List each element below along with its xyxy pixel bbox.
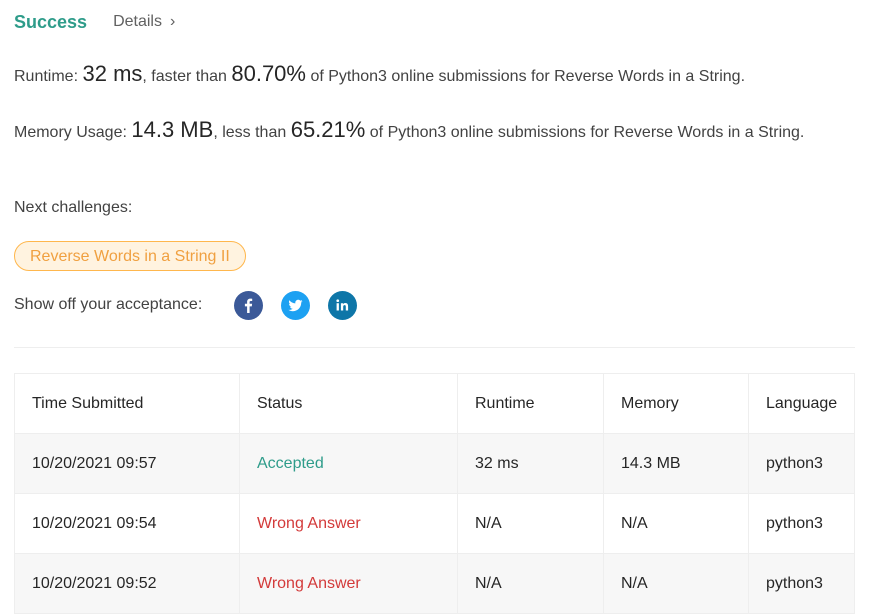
status-link[interactable]: Wrong Answer: [239, 553, 458, 614]
table-header-row: Time Submitted Status Runtime Memory Lan…: [14, 373, 855, 434]
next-challenges-label: Next challenges:: [14, 199, 133, 216]
memory-label: Memory Usage:: [14, 124, 127, 141]
memory-suffix: of Python3 online submissions for Revers…: [369, 124, 805, 141]
share-row: Show off your acceptance:: [14, 290, 375, 320]
details-label: Details: [113, 13, 162, 30]
time-cell: 10/20/2021 09:54: [14, 493, 240, 554]
table-row: 10/20/2021 09:57 Accepted 32 ms 14.3 MB …: [14, 433, 855, 494]
memory-mid: , less than: [213, 124, 287, 141]
runtime-cell: 32 ms: [457, 433, 604, 494]
challenge-link[interactable]: Reverse Words in a String II: [14, 241, 246, 271]
details-link[interactable]: Details ›: [113, 13, 175, 31]
runtime-cell: N/A: [457, 493, 604, 554]
column-header-language: Language: [748, 373, 855, 434]
runtime-suffix: of Python3 online submissions for Revers…: [310, 68, 746, 85]
section-divider: [14, 347, 855, 348]
language-cell: python3: [748, 493, 855, 554]
runtime-cell: N/A: [457, 553, 604, 614]
status-title: Success: [14, 11, 88, 32]
memory-cell: 14.3 MB: [603, 433, 749, 494]
runtime-percent: 80.70%: [231, 61, 306, 86]
status-link[interactable]: Wrong Answer: [239, 493, 458, 554]
memory-cell: N/A: [603, 553, 749, 614]
linkedin-icon[interactable]: [328, 290, 358, 320]
time-cell: 10/20/2021 09:57: [14, 433, 240, 494]
chevron-right-icon: ›: [169, 13, 176, 30]
language-cell: python3: [748, 433, 855, 494]
facebook-icon[interactable]: [234, 290, 264, 320]
time-cell: 10/20/2021 09:52: [14, 553, 240, 614]
twitter-icon[interactable]: [281, 290, 311, 320]
share-label: Show off your acceptance:: [14, 296, 203, 313]
result-header: Success Details ›: [14, 8, 175, 36]
runtime-mid: , faster than: [142, 68, 227, 85]
memory-cell: N/A: [603, 493, 749, 554]
language-cell: python3: [748, 553, 855, 614]
column-header-runtime: Runtime: [457, 373, 604, 434]
submissions-table: Time Submitted Status Runtime Memory Lan…: [14, 373, 855, 614]
table-row: 10/20/2021 09:54 Wrong Answer N/A N/A py…: [14, 493, 855, 554]
memory-summary: Memory Usage: 14.3 MB, less than 65.21% …: [14, 117, 834, 146]
runtime-label: Runtime:: [14, 68, 79, 85]
column-header-memory: Memory: [603, 373, 749, 434]
memory-percent: 65.21%: [290, 117, 366, 142]
memory-value: 14.3 MB: [131, 117, 214, 142]
runtime-value: 32 ms: [82, 61, 143, 86]
status-link[interactable]: Accepted: [239, 433, 458, 494]
runtime-summary: Runtime: 32 ms, faster than 80.70% of Py…: [14, 61, 745, 90]
column-header-time: Time Submitted: [14, 373, 240, 434]
column-header-status: Status: [239, 373, 458, 434]
table-row: 10/20/2021 09:52 Wrong Answer N/A N/A py…: [14, 553, 855, 614]
